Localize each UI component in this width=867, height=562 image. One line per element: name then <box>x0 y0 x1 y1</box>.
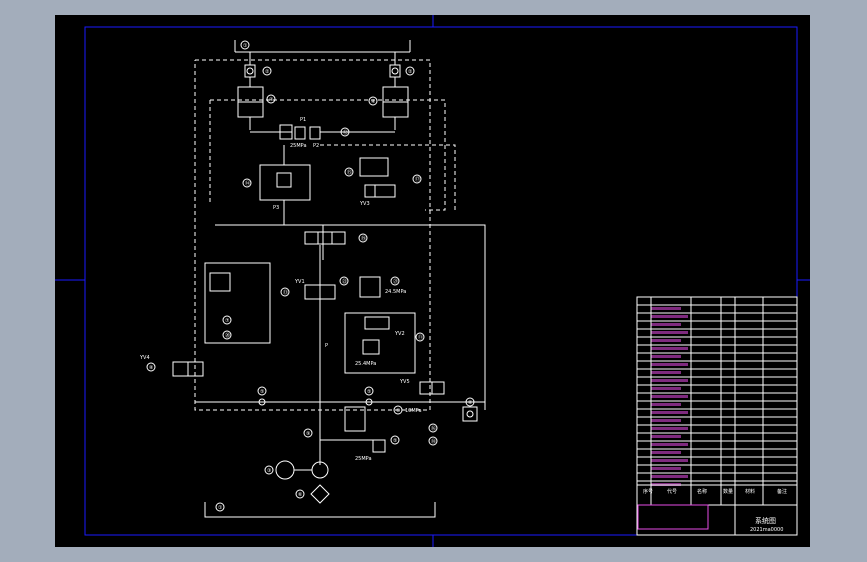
tb-header-5: 备注 <box>777 488 787 495</box>
callout-4a: ④ <box>269 97 274 103</box>
callout-12: ⑫ <box>343 129 348 136</box>
oil-tank: ① <box>204 502 436 518</box>
port-p3: P3 <box>273 205 279 211</box>
callout-18: ⑱ <box>431 438 436 445</box>
drawing-number: 2021ma0000 <box>750 527 783 533</box>
filter-icon <box>310 484 330 504</box>
drawing-frame <box>84 26 798 536</box>
pressure-valve-block-top: 25MPa P1 P2 ⑫ <box>250 117 395 149</box>
port-p2: P2 <box>313 143 319 149</box>
pilot-line-outline <box>194 59 431 411</box>
port-p: P <box>325 343 328 349</box>
check-valve-right: ② <box>389 52 415 78</box>
callout-5c: ⑤ <box>393 438 397 444</box>
solenoid-yv2: YV2 <box>394 331 405 337</box>
callout-17: ⑰ <box>415 176 420 183</box>
callout-3: ③ <box>267 468 271 474</box>
callout-15: ⑮ <box>347 169 352 176</box>
solenoid-valve-8: ⑧ YV4 <box>139 355 204 377</box>
callout-13: ⑬ <box>283 289 288 296</box>
tb-header-4: 材料 <box>745 488 755 495</box>
callout-22: ㉒ <box>342 278 347 285</box>
parts-list-entry-mark <box>651 347 688 350</box>
callout-6: ⑥ <box>468 400 473 406</box>
solenoid-yv1: YV1 <box>294 279 305 285</box>
callout-19: ⑲ <box>361 235 366 242</box>
filter-right: ⑥ <box>462 397 478 422</box>
cylinder-left: ④ <box>237 77 276 130</box>
parts-list-entry-mark <box>651 459 688 462</box>
solenoid-yv4: YV4 <box>139 355 150 361</box>
callout-2a: ② <box>265 69 270 75</box>
parts-list-entry-mark <box>651 331 688 334</box>
parts-list-entry-mark <box>651 467 681 470</box>
callout-4b: ④ <box>371 99 376 105</box>
callout-14: ⑭ <box>245 180 250 187</box>
callout-11: ⑪ <box>418 334 423 341</box>
parts-list-entry-mark <box>651 443 688 446</box>
pressure-label-3: 25.4MPa <box>355 361 376 367</box>
cylinder-assembly-top: ① <box>234 40 411 53</box>
solenoid-valve-group-11: ⑪ 25.4MPa YV2 P <box>325 312 425 374</box>
parts-list-entry-mark <box>651 403 681 406</box>
pressure-label-5: 25MPa <box>355 456 372 462</box>
pressure-label-1: 25MPa <box>290 143 307 149</box>
callout-20: ⑳ <box>225 332 230 339</box>
tb-header-0: 序号 <box>643 488 653 495</box>
parts-list-entry-mark <box>651 371 681 374</box>
pressure-label-2: 24.5MPa <box>385 289 406 295</box>
callout-1b: ① <box>218 505 223 511</box>
callout-2b: ② <box>408 69 413 75</box>
solenoid-yv3: YV3 <box>359 201 370 207</box>
callout-5a: ⑤ <box>260 389 264 395</box>
parts-list-entry-mark <box>651 355 681 358</box>
parts-list-entry-mark <box>651 323 681 326</box>
check-valve-left: ② <box>244 52 272 78</box>
callout-8: ⑧ <box>149 365 154 371</box>
callout-1: ① <box>243 43 248 49</box>
port-p1: P1 <box>300 117 306 123</box>
tb-header-1: 代号 <box>667 488 677 495</box>
parts-list-entry-mark <box>651 419 681 422</box>
parts-list-entry-mark <box>651 387 681 390</box>
parts-list-entry-mark <box>651 435 681 438</box>
parts-list-entry-mark <box>651 307 681 310</box>
parts-list-entry-mark <box>651 427 688 430</box>
pressure-label-4: 10MPa <box>405 408 422 414</box>
callout-9: ⑨ <box>306 431 310 437</box>
callout-21: ㉑ <box>393 278 398 285</box>
relief-valve-group-left: ⑦ ⑳ <box>204 262 271 344</box>
relief-valve-right: ⑮ ⑰ YV3 <box>344 157 422 207</box>
callout-10: ⑩ <box>396 408 401 414</box>
parts-list-entry-mark <box>651 315 688 318</box>
directional-valve-19: ⑲ <box>304 231 368 245</box>
parts-list-entry-mark <box>651 339 681 342</box>
parts-list-entry-mark <box>651 363 688 366</box>
callout-16: ⑯ <box>431 425 436 432</box>
drawing-title: 系统图 <box>755 516 776 525</box>
parts-list-entry-mark <box>651 379 688 382</box>
directional-valve-13: ⑬ ㉒ YV1 <box>280 276 349 300</box>
tb-header-2: 名称 <box>697 488 707 495</box>
drawing-sheet: ① ② ② ④ ④ 25MPa P1 P2 ⑫ ⑭ P3 ⑮ ⑰ YV3 ⑲ ⑦… <box>55 15 810 547</box>
safety-relief-valve: ⑤ 25MPa <box>320 435 400 462</box>
callout-7: ⑦ <box>225 318 230 324</box>
filter-bottom: ⑥ <box>295 484 330 504</box>
solenoid-valve-10: YV5 <box>399 379 445 395</box>
pressure-reducing-valve: ㉑ 24.5MPa <box>359 276 406 298</box>
parts-list-entry-mark <box>651 475 688 478</box>
sequence-valve: ⑭ P3 <box>242 145 311 225</box>
cylinder-right: ④ <box>368 77 409 130</box>
callout-5b: ⑤ <box>367 389 371 395</box>
parts-list-entry-mark <box>651 395 688 398</box>
title-block: 系统图 2021ma0000 序号 代号 名称 数量 材料 备注 <box>636 296 798 536</box>
solenoid-yv5: YV5 <box>399 379 410 385</box>
motor-icon <box>275 460 295 480</box>
parts-list-entry-mark <box>651 451 681 454</box>
motor-pump-unit: ③ <box>264 460 329 480</box>
parts-list-entry-mark <box>651 411 688 414</box>
callout-6b: ⑥ <box>298 492 303 498</box>
tb-header-3: 数量 <box>723 488 733 495</box>
hydraulic-system-diagram: ① ② ② ④ ④ 25MPa P1 P2 ⑫ ⑭ P3 ⑮ ⑰ YV3 ⑲ ⑦… <box>55 15 810 547</box>
